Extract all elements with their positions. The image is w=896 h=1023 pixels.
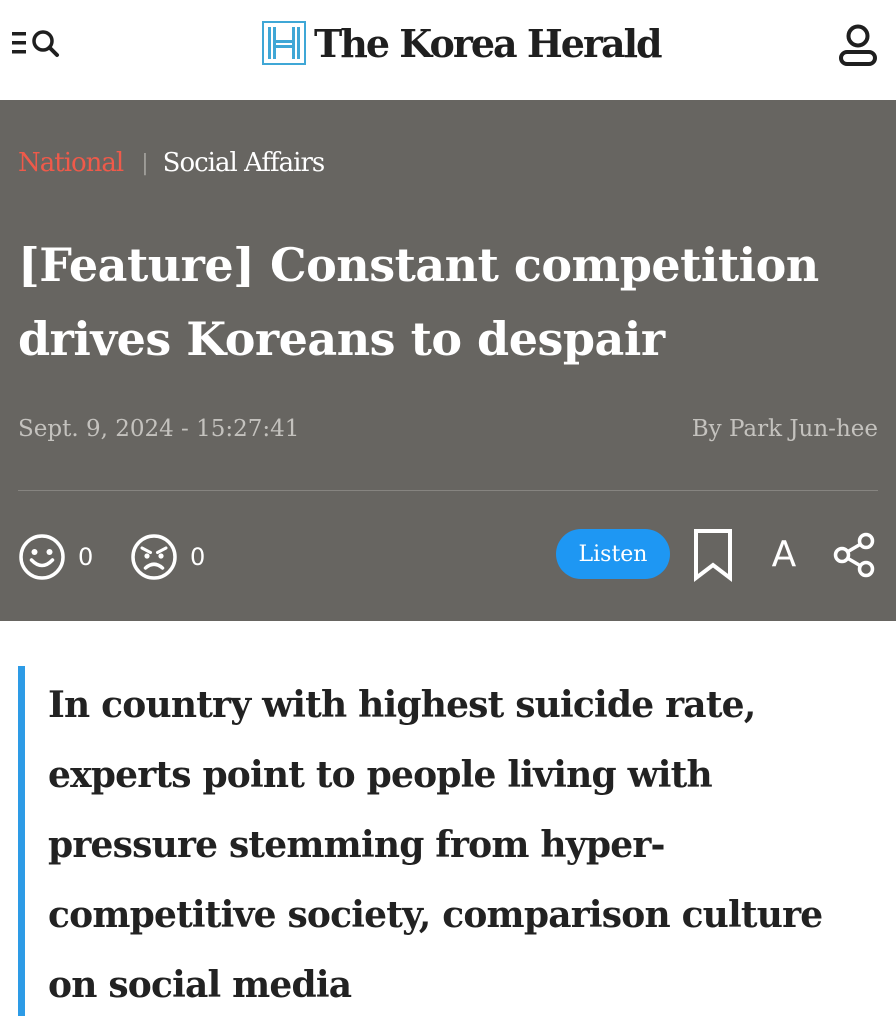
user-account-icon <box>839 24 877 66</box>
brand-name: The Korea Herald <box>314 20 663 66</box>
article-summary: In country with highest suicide rate, ex… <box>18 666 878 1016</box>
publish-timestamp: Sept. 9, 2024 - 15:27:41 <box>18 416 300 442</box>
share-button[interactable] <box>830 531 878 579</box>
share-icon <box>833 532 875 578</box>
breadcrumb-separator: | <box>141 150 149 176</box>
like-count: 0 <box>78 543 94 571</box>
header-divider <box>18 490 878 491</box>
article-meta: Sept. 9, 2024 - 15:27:41 By Park Jun-hee <box>18 416 878 442</box>
bookmark-icon <box>694 529 732 583</box>
summary-accent-bar <box>18 666 25 1016</box>
listen-button[interactable]: Listen <box>556 529 670 579</box>
korea-herald-logo-icon <box>262 21 306 65</box>
menu-search-button[interactable] <box>12 22 68 66</box>
article-headline: [Feature] Constant competition drives Ko… <box>18 238 819 366</box>
author-byline[interactable]: By Park Jun-hee <box>692 416 878 442</box>
account-button[interactable] <box>830 18 886 74</box>
like-reaction-button[interactable]: 0 <box>18 533 93 581</box>
angry-count: 0 <box>190 543 206 571</box>
site-logo[interactable]: The Korea Herald <box>262 18 663 68</box>
menu-search-icon <box>12 30 59 57</box>
angry-face-icon <box>131 534 177 580</box>
bookmark-button[interactable] <box>690 527 736 583</box>
section-link-national[interactable]: National <box>18 148 124 178</box>
angry-reaction-button[interactable]: 0 <box>130 533 205 581</box>
article-header: National | Social Affairs [Feature] Cons… <box>0 100 896 621</box>
subsection-link-social-affairs[interactable]: Social Affairs <box>163 148 326 178</box>
article-subheadline: In country with highest suicide rate, ex… <box>48 684 823 1006</box>
breadcrumb: National | Social Affairs <box>18 148 326 178</box>
font-size-button[interactable]: A <box>764 531 804 579</box>
top-bar: The Korea Herald <box>0 0 896 100</box>
article-actions: 0 0 Listen A <box>0 525 896 585</box>
smile-face-icon <box>19 534 65 580</box>
